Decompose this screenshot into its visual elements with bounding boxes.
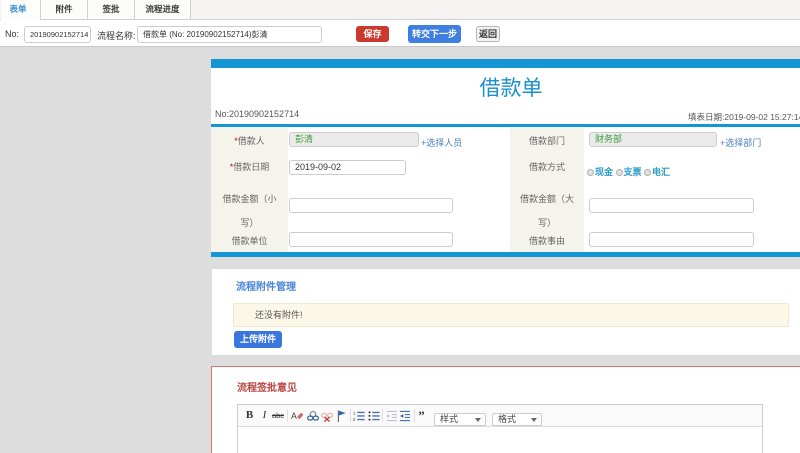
svg-text:1: 1 <box>353 410 356 415</box>
svg-text:2: 2 <box>353 417 356 422</box>
svg-text:A: A <box>291 411 297 421</box>
